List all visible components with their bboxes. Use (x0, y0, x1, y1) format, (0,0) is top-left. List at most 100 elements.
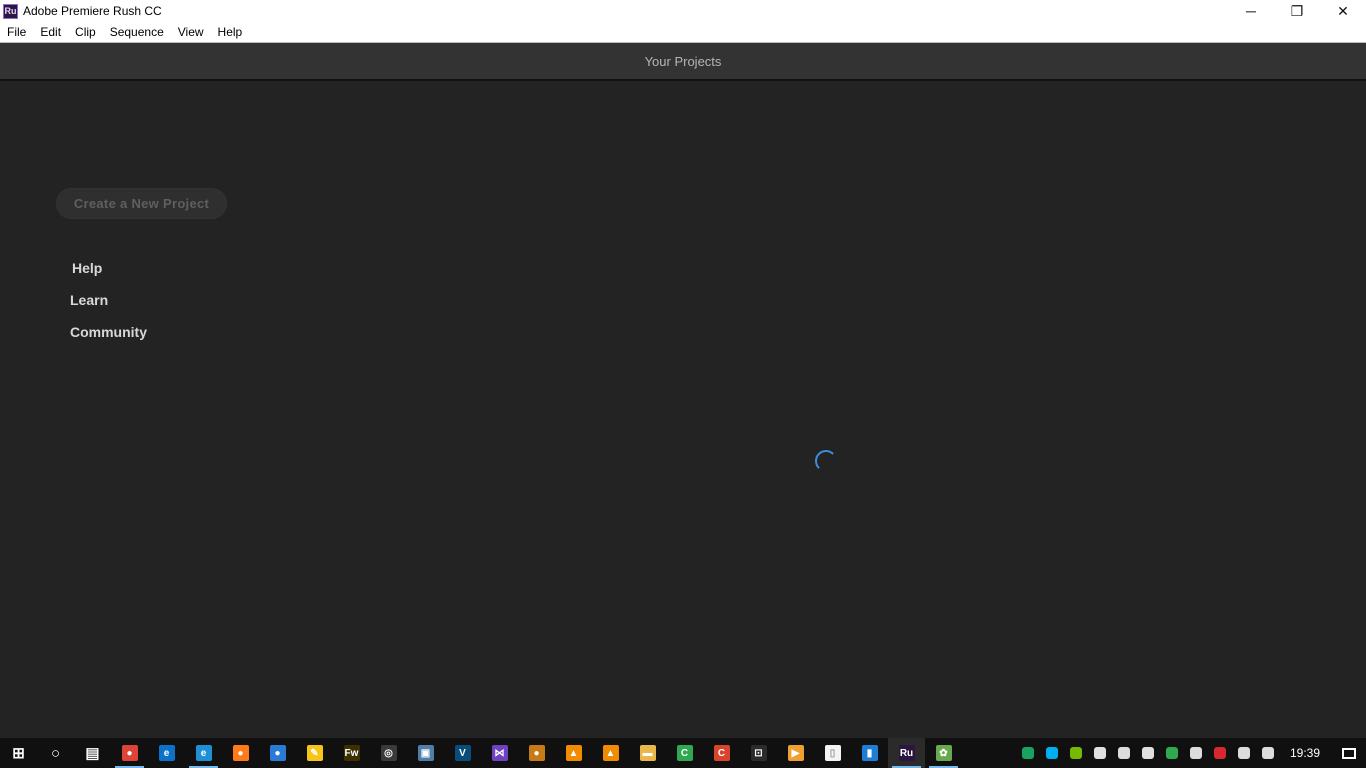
skype-tray-icon[interactable] (1040, 738, 1064, 768)
cloud-tray-icon[interactable] (1088, 738, 1112, 768)
hangouts-tray-glyph (1021, 747, 1034, 759)
fireworks-glyph: Fw (343, 745, 360, 761)
skype-tray-glyph (1045, 747, 1058, 759)
edge-icon[interactable]: e (148, 738, 185, 768)
menu-sequence[interactable]: Sequence (103, 25, 171, 39)
camtasia-recorder-icon[interactable]: C (703, 738, 740, 768)
obs-glyph: ◎ (380, 745, 397, 761)
internet-explorer-glyph: e (195, 745, 212, 761)
action-center-icon[interactable] (1332, 738, 1366, 768)
document-glyph: ▯ (824, 745, 841, 761)
mega-tray-glyph (1213, 747, 1226, 759)
fireworks-icon[interactable]: Fw (333, 738, 370, 768)
start-glyph: ⊞ (12, 745, 25, 762)
search-icon[interactable]: ○ (37, 738, 74, 768)
network-display-tray-icon[interactable] (1112, 738, 1136, 768)
file-explorer-icon[interactable]: ▬ (629, 738, 666, 768)
mega-tray-icon[interactable] (1208, 738, 1232, 768)
tray-icons (1016, 738, 1280, 768)
qbittorrent-tray-glyph (1165, 747, 1178, 759)
document-icon[interactable]: ▯ (814, 738, 851, 768)
store-glyph: ⊡ (750, 745, 767, 761)
window-title: Adobe Premiere Rush CC (23, 4, 162, 18)
nvidia-tray-glyph (1069, 747, 1082, 759)
search-glyph: ○ (50, 744, 61, 762)
notepad-icon[interactable]: ▮ (851, 738, 888, 768)
hangouts-tray-icon[interactable] (1016, 738, 1040, 768)
camtasia-icon[interactable]: C (666, 738, 703, 768)
camtasia-glyph: C (676, 745, 693, 761)
firefox-icon[interactable]: ● (222, 738, 259, 768)
defender-tray-glyph (1141, 747, 1154, 759)
task-view-icon[interactable]: ▤ (74, 738, 111, 768)
defender-tray-icon[interactable] (1136, 738, 1160, 768)
chrome-glyph: ● (121, 745, 138, 761)
menu-help[interactable]: Help (211, 25, 250, 39)
cloud-tray-glyph (1093, 747, 1106, 759)
nvidia-tray-icon[interactable] (1064, 738, 1088, 768)
qbittorrent-tray-icon[interactable] (1160, 738, 1184, 768)
premiere-rush-app-icon: Ru (3, 3, 18, 19)
help-link[interactable]: Help (72, 260, 102, 276)
volume-tray-icon[interactable] (1232, 738, 1256, 768)
task-view-glyph: ▤ (85, 745, 100, 762)
obs-icon[interactable]: ◎ (370, 738, 407, 768)
internet-explorer-icon[interactable]: e (185, 738, 222, 768)
store-icon[interactable]: ⊡ (740, 738, 777, 768)
system-tray: 19:39 (1016, 738, 1366, 768)
menu-edit[interactable]: Edit (33, 25, 68, 39)
marker-glyph: ✎ (306, 745, 323, 761)
paint-icon[interactable]: ✿ (925, 738, 962, 768)
fl-studio-icon[interactable]: ● (518, 738, 555, 768)
projects-panel: Create a New Project Help Learn Communit… (0, 81, 1366, 738)
media-player-glyph: ▶ (787, 745, 804, 761)
page-title: Your Projects (644, 53, 722, 69)
network-display-tray-glyph (1117, 747, 1130, 759)
learn-link[interactable]: Learn (70, 292, 108, 308)
close-button[interactable]: ✕ (1320, 0, 1366, 22)
start-icon[interactable]: ⊞ (0, 738, 37, 768)
edge-glyph: e (158, 745, 175, 761)
restore-button[interactable]: ❐ (1274, 0, 1320, 22)
premiere-rush-glyph: Ru (898, 745, 915, 761)
pen-tray-glyph (1261, 747, 1274, 759)
camtasia-recorder-glyph: C (713, 745, 730, 761)
link-tray-glyph (1189, 747, 1202, 759)
fl-studio-glyph: ● (528, 745, 545, 761)
clock[interactable]: 19:39 (1280, 746, 1332, 760)
title-bar: Ru Adobe Premiere Rush CC ─ ❐ ✕ (0, 0, 1366, 22)
vlc-2-glyph: ▲ (602, 745, 619, 761)
paint-glyph: ✿ (935, 745, 952, 761)
link-tray-icon[interactable] (1184, 738, 1208, 768)
remote-desktop-glyph: ▣ (417, 745, 434, 761)
visual-studio-glyph: ⋈ (491, 745, 508, 761)
minimize-button[interactable]: ─ (1228, 0, 1274, 22)
file-explorer-glyph: ▬ (639, 745, 656, 761)
thunderbird-glyph: ● (269, 745, 286, 761)
remote-desktop-icon[interactable]: ▣ (407, 738, 444, 768)
pen-tray-icon[interactable] (1256, 738, 1280, 768)
marker-icon[interactable]: ✎ (296, 738, 333, 768)
projects-header: Your Projects (0, 43, 1366, 81)
firefox-glyph: ● (232, 745, 249, 761)
vegas-glyph: V (454, 745, 471, 761)
vegas-icon[interactable]: V (444, 738, 481, 768)
vlc-glyph: ▲ (565, 745, 582, 761)
notepad-glyph: ▮ (861, 745, 878, 761)
community-link[interactable]: Community (70, 324, 147, 340)
menu-view[interactable]: View (171, 25, 211, 39)
menu-clip[interactable]: Clip (68, 25, 103, 39)
menu-file[interactable]: File (0, 25, 33, 39)
thunderbird-icon[interactable]: ● (259, 738, 296, 768)
chrome-icon[interactable]: ● (111, 738, 148, 768)
taskbar-apps: ⊞ ○ ▤ ● e e ● ● ✎ Fw ◎ ▣ V ⋈ ● ▲ ▲ ▬ C C ⊡ ▶ ▯ ▮ Ru ✿ (0, 738, 962, 768)
vlc-2-icon[interactable]: ▲ (592, 738, 629, 768)
visual-studio-icon[interactable]: ⋈ (481, 738, 518, 768)
loading-spinner-icon (815, 450, 837, 472)
windows-taskbar: ⊞ ○ ▤ ● e e ● ● ✎ Fw ◎ ▣ V ⋈ ● ▲ ▲ ▬ C C ⊡ ▶ ▯ ▮ Ru ✿ 19:39 (0, 738, 1366, 768)
volume-tray-glyph (1237, 747, 1250, 759)
vlc-icon[interactable]: ▲ (555, 738, 592, 768)
media-player-icon[interactable]: ▶ (777, 738, 814, 768)
premiere-rush-icon[interactable]: Ru (888, 738, 925, 768)
create-new-project-button[interactable]: Create a New Project (56, 188, 227, 219)
